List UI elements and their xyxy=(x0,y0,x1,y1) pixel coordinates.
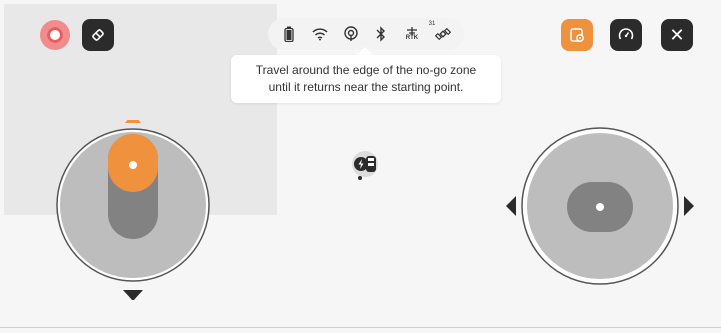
satellite-icon xyxy=(434,27,451,41)
record-button[interactable] xyxy=(40,20,70,50)
left-joystick[interactable] xyxy=(53,120,213,300)
tooltip-arrow xyxy=(357,47,373,55)
close-icon: ✕ xyxy=(669,24,685,45)
tooltip-line-2: until it returns near the starting point… xyxy=(268,80,464,94)
eraser-button[interactable] xyxy=(82,19,114,51)
bluetooth-icon xyxy=(371,24,391,44)
eraser-icon xyxy=(92,29,104,41)
wifi-icon xyxy=(310,24,330,44)
battery-icon xyxy=(279,24,299,44)
map-settings-icon xyxy=(570,28,584,42)
rtk-status: RTK xyxy=(402,24,422,44)
speedometer-icon xyxy=(618,28,634,40)
speed-button[interactable] xyxy=(610,19,642,51)
satellite-status: 31 xyxy=(429,21,453,44)
signal-icon xyxy=(341,24,361,44)
right-joystick[interactable] xyxy=(505,126,695,286)
bottom-divider xyxy=(0,327,721,328)
map-settings-button[interactable] xyxy=(561,19,593,51)
record-icon xyxy=(47,27,63,43)
rtk-label: RTK xyxy=(405,35,419,41)
rtk-antenna-icon xyxy=(406,27,417,35)
instruction-tooltip: Travel around the edge of the no-go zone… xyxy=(231,55,501,103)
satellite-count: 31 xyxy=(428,21,436,27)
close-button[interactable]: ✕ xyxy=(661,19,693,51)
mower-charging-station-marker xyxy=(352,151,378,180)
status-bar: RTK 31 xyxy=(268,18,464,50)
tooltip-line-1: Travel around the edge of the no-go zone xyxy=(255,63,477,77)
